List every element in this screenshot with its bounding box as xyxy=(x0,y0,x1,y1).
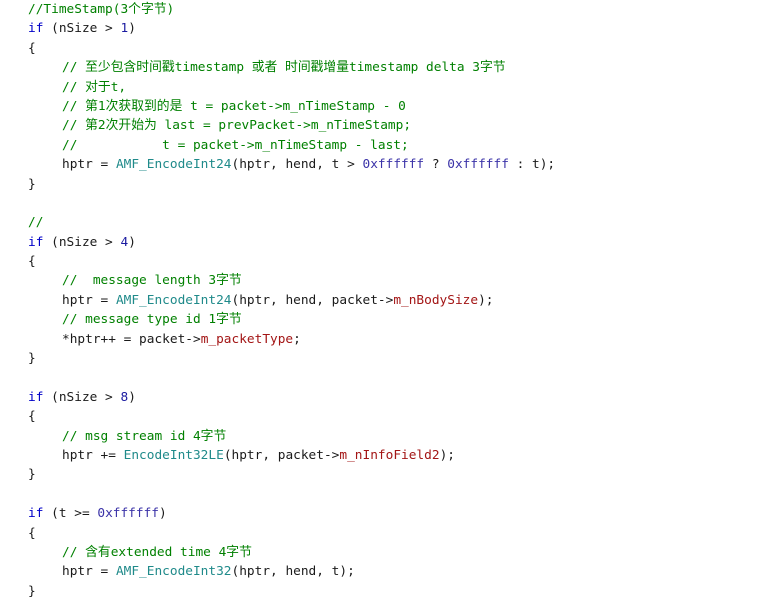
code-token-plain: ; xyxy=(293,331,301,347)
code-line[interactable]: // t = packet->m_nTimeStamp - last; xyxy=(0,136,782,155)
code-token-plain: (t >= xyxy=(43,506,98,522)
code-line[interactable]: } xyxy=(0,175,782,194)
code-token-comment: //TimeStamp(3个字节) xyxy=(28,2,175,17)
code-token-brace: { xyxy=(28,525,36,541)
code-token-plain: hptr += xyxy=(62,447,124,463)
code-line[interactable] xyxy=(0,194,782,213)
code-line[interactable]: hptr = AMF_EncodeInt24(hptr, hend, t > 0… xyxy=(0,155,782,174)
code-token-plain: (nSize > xyxy=(43,389,121,405)
code-token-comment: // 第1次获取到的是 t = packet->m_nTimeStamp - 0 xyxy=(62,98,406,114)
code-line[interactable]: { xyxy=(0,252,782,271)
code-token-plain: hptr = xyxy=(62,157,116,173)
code-token-comment: // message type id 1字节 xyxy=(62,312,242,328)
code-line[interactable]: if (nSize > 8) xyxy=(0,388,782,407)
code-token-plain: ) xyxy=(128,389,136,405)
code-line[interactable]: // 对于t, xyxy=(0,78,782,97)
code-line[interactable]: if (nSize > 4) xyxy=(0,233,782,252)
code-token-comment: // 至少包含时间戳timestamp 或者 时间戳增量timestamp de… xyxy=(62,60,506,76)
code-line[interactable]: // xyxy=(0,213,782,232)
code-line[interactable]: if (t >= 0xffffff) xyxy=(0,504,782,523)
code-token-comment: // t = packet->m_nTimeStamp - last; xyxy=(62,137,409,153)
code-token-brace: } xyxy=(28,467,36,483)
code-line[interactable]: hptr += EncodeInt32LE(hptr, packet->m_nI… xyxy=(0,446,782,465)
code-token-plain: ) xyxy=(159,506,167,522)
code-token-plain: (nSize > xyxy=(43,234,121,250)
code-line[interactable]: *hptr++ = packet->m_packetType; xyxy=(0,330,782,349)
code-token-brace: { xyxy=(28,254,36,270)
code-token-member: m_nBodySize xyxy=(393,292,479,308)
code-snippet-view: //TimeStamp(3个字节) if (nSize > 1) { // 至少包含时… xyxy=(0,0,782,599)
code-token-keyword: if xyxy=(28,234,44,250)
code-line[interactable]: //TimeStamp(3个字节) xyxy=(0,0,782,19)
code-token-func: EncodeInt32LE xyxy=(123,447,224,463)
code-token-comment: // xyxy=(28,215,44,231)
code-token-plain: ); xyxy=(439,447,455,463)
code-token-comment: // 第2次开始为 last = prevPacket->m_nTimeStam… xyxy=(62,118,412,134)
code-token-hex: 0xffffff xyxy=(97,506,159,522)
code-token-hex: 0xffffff xyxy=(362,157,425,173)
code-line[interactable]: // message length 3字节 xyxy=(0,271,782,290)
code-token-plain: ) xyxy=(128,21,136,37)
code-token-func: AMF_EncodeInt24 xyxy=(115,157,232,173)
code-line[interactable]: hptr = AMF_EncodeInt24(hptr, hend, packe… xyxy=(0,291,782,310)
code-line[interactable]: { xyxy=(0,39,782,58)
code-token-plain: (hptr, packet-> xyxy=(223,447,340,463)
code-line[interactable]: // 含有extended time 4字节 xyxy=(0,543,782,562)
code-line[interactable]: } xyxy=(0,465,782,484)
code-token-plain: ? xyxy=(424,157,448,173)
code-token-plain: *hptr++ = packet-> xyxy=(62,331,201,347)
code-token-plain: ) xyxy=(128,234,136,250)
code-token-comment: // 对于t, xyxy=(62,79,127,95)
code-token-member: m_packetType xyxy=(200,331,294,347)
code-token-plain: hptr = xyxy=(62,292,116,308)
code-token-comment: // 含有extended time 4字节 xyxy=(62,544,252,560)
code-line[interactable]: // message type id 1字节 xyxy=(0,310,782,329)
code-token-func: AMF_EncodeInt24 xyxy=(115,292,232,308)
code-token-keyword: if xyxy=(28,506,44,522)
code-token-keyword: if xyxy=(28,389,44,405)
code-token-keyword: if xyxy=(28,21,44,37)
code-token-hex: 0xffffff xyxy=(447,157,509,173)
code-token-comment: // msg stream id 4字节 xyxy=(62,428,227,444)
code-token-plain: ); xyxy=(478,292,494,308)
code-line[interactable]: hptr = AMF_EncodeInt32(hptr, hend, t); xyxy=(0,562,782,581)
code-token-plain: (hptr, hend, t); xyxy=(231,564,355,580)
code-token-plain: hptr = xyxy=(62,564,116,580)
code-token-brace: { xyxy=(28,40,36,56)
code-line[interactable]: // 第1次获取到的是 t = packet->m_nTimeStamp - 0 xyxy=(0,97,782,116)
code-token-func: AMF_EncodeInt32 xyxy=(115,564,232,580)
code-token-member: m_nInfoField2 xyxy=(339,447,440,463)
code-line[interactable] xyxy=(0,485,782,504)
code-token-brace: } xyxy=(28,351,36,367)
code-token-brace: { xyxy=(28,409,36,425)
code-line[interactable]: } xyxy=(0,349,782,368)
code-line[interactable]: { xyxy=(0,524,782,543)
code-line[interactable]: if (nSize > 1) xyxy=(0,19,782,38)
code-line[interactable]: // 第2次开始为 last = prevPacket->m_nTimeStam… xyxy=(0,116,782,135)
code-token-plain: (hptr, hend, packet-> xyxy=(231,292,394,308)
code-line[interactable]: { xyxy=(0,407,782,426)
code-line[interactable] xyxy=(0,368,782,387)
code-token-plain: (nSize > xyxy=(43,21,121,37)
code-token-comment: // message length 3字节 xyxy=(62,273,242,289)
code-token-brace: } xyxy=(28,583,36,599)
code-line[interactable]: // 至少包含时间戳timestamp 或者 时间戳增量timestamp de… xyxy=(0,58,782,77)
code-line[interactable]: // msg stream id 4字节 xyxy=(0,427,782,446)
code-lines-container[interactable]: //TimeStamp(3个字节) if (nSize > 1) { // 至少包含时… xyxy=(0,0,782,601)
code-token-plain: : t); xyxy=(508,157,556,173)
code-token-plain: (hptr, hend, t > xyxy=(231,157,363,173)
code-token-brace: } xyxy=(28,176,36,192)
code-line[interactable]: } xyxy=(0,582,782,601)
